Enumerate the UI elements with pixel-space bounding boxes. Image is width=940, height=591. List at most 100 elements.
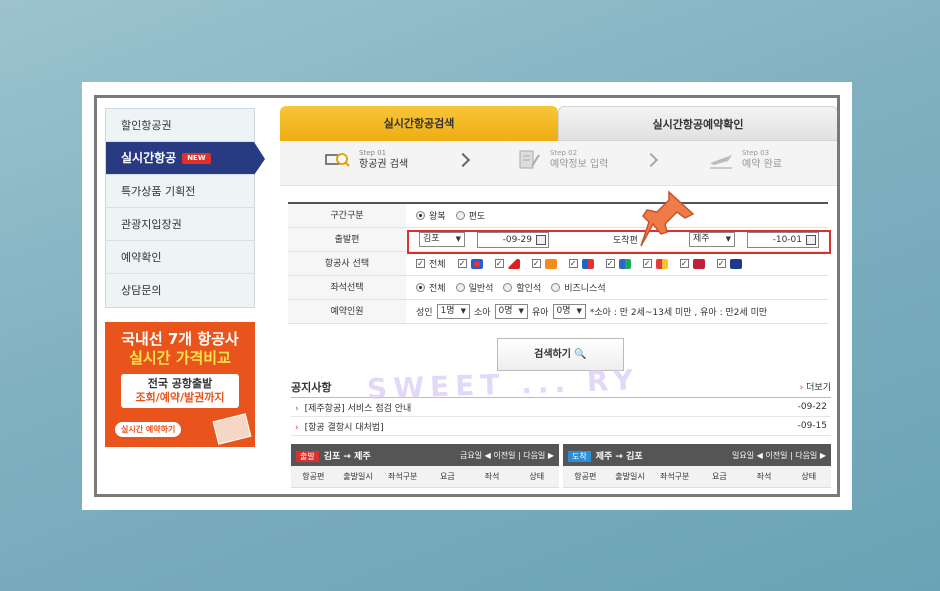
side-menu: 할인항공권 실시간항공 NEW 특가상품 기획전 관광지입장권 예약확인 상담문의: [105, 108, 265, 308]
inbound-tag: 도착: [568, 450, 591, 462]
airline-logo-icon: [729, 258, 742, 269]
step-number: Step 02: [550, 149, 578, 157]
chevron-right-icon: [455, 152, 471, 168]
seat-option-label: 일반석: [468, 284, 494, 294]
jin-air-logo-icon: [581, 258, 594, 269]
pushpin-icon: [640, 190, 695, 247]
step-number: Step 01: [359, 149, 387, 157]
step-1: Step 01 항공권 검색: [325, 149, 408, 171]
seat-economy-radio[interactable]: [455, 283, 465, 292]
tab-reservation-check[interactable]: 실시간항공예약확인: [558, 106, 837, 141]
notice-item[interactable]: › [제주항공] 서비스 점검 안내 -09-22: [291, 398, 831, 417]
seat-option-label: 비즈니스석: [564, 284, 606, 294]
child-select[interactable]: 0명 ▼: [494, 304, 528, 319]
outbound-day-nav[interactable]: 금요일 ◀ 이전일 | 다음일 ▶: [460, 450, 554, 461]
jeju-air-logo-icon: [544, 258, 557, 269]
airline-all-checkbox[interactable]: ✓: [416, 259, 425, 268]
ticket-icon: [212, 413, 252, 445]
child-value: 0명: [498, 306, 513, 316]
tab-realtime-search[interactable]: 실시간항공검색: [280, 106, 558, 141]
column-header: 좌석: [756, 472, 772, 481]
notice-header: 공지사항 › 더보기: [291, 376, 831, 398]
notice-item-text: [제주항공] 서비스 점검 안내: [304, 403, 412, 414]
seat-discount-radio[interactable]: [503, 283, 513, 292]
column-header: 상태: [801, 472, 817, 481]
column-header: 출발일시: [343, 472, 373, 481]
sidebar-item-label: 예약확인: [121, 251, 162, 264]
airline-checkbox[interactable]: ✓: [494, 259, 504, 268]
notice-more-label: 더보기: [806, 383, 831, 393]
passenger-fields: 성인 1명 ▼ 소아 0명 ▼ 유아 0명 ▼ *소아 : 만 2세~13세 미만 ,…: [406, 304, 767, 319]
search-button[interactable]: 검색하기 🔍: [497, 338, 624, 371]
asiana-logo-icon: [507, 258, 520, 269]
inbound-header: 도착 제주 → 김포 일요일 ◀ 이전일 | 다음일 ▶: [563, 444, 831, 466]
chevron-right-icon: [643, 152, 659, 168]
new-badge: NEW: [182, 153, 211, 164]
infant-select[interactable]: 0명 ▼: [552, 304, 586, 319]
trip-type-label: 구간구분: [288, 204, 406, 227]
airline-checkbox[interactable]: ✓: [679, 259, 689, 268]
airline-checkbox[interactable]: ✓: [531, 259, 541, 268]
step-2: Step 02 예약정보 입력: [516, 149, 608, 171]
notice-item[interactable]: › [항공 결항시 대처법] -09-15: [291, 417, 831, 436]
airplane-icon: [710, 155, 732, 169]
sidebar-item-tickets[interactable]: 관광지입장권: [106, 208, 254, 241]
search-form: 구간구분 왕복 편도 출발편 김포 ▼ -09-29 도착편 제주 ▼ -10-…: [288, 202, 831, 324]
seat-label: 좌석선택: [288, 276, 406, 299]
one-way-radio[interactable]: [455, 211, 465, 220]
column-header: 좌석구분: [659, 472, 690, 481]
search-icon: 🔍: [574, 349, 587, 360]
sidebar-item-realtime[interactable]: 실시간항공 NEW: [106, 142, 265, 175]
airline-label: 항공사 선택: [288, 252, 406, 275]
sidebar-item-label: 특가상품 기획전: [121, 185, 196, 198]
passenger-row: 예약인원 성인 1명 ▼ 소아 0명 ▼ 유아 0명 ▼ *소아 : 만 2세~13세…: [288, 300, 828, 324]
one-way-label: 편도: [468, 212, 486, 222]
column-header: 좌석: [484, 472, 500, 481]
notice-more-link[interactable]: › 더보기: [800, 380, 831, 393]
airline-checkbox[interactable]: ✓: [457, 259, 467, 268]
step-indicator: Step 01 항공권 검색 Step 02 예약정보 입력 Step 03 예…: [280, 141, 837, 186]
inbound-columns: 항공편 출발일시 좌석구분 요금 좌석 상태: [563, 466, 831, 488]
dropdown-arrow-icon: ▼: [460, 307, 466, 315]
notice-item-text: [항공 결항시 대처법]: [304, 422, 384, 433]
tab-bar: 실시간항공검색 실시간항공예약확인: [280, 106, 837, 141]
seat-business-radio[interactable]: [551, 283, 561, 292]
trip-type-options: 왕복 편도: [406, 209, 485, 222]
search-icon: [325, 153, 350, 167]
sidebar-item-discount[interactable]: 할인항공권: [106, 109, 254, 142]
round-trip-radio[interactable]: [416, 211, 425, 220]
seat-all-radio[interactable]: [416, 283, 425, 292]
promo-banner[interactable]: 국내선 7개 항공사 실시간 가격비교 전국 공항출발 조회/예약/발권까지 실…: [105, 322, 255, 447]
banner-line1: 국내선 7개 항공사: [121, 330, 239, 348]
airline-checkbox[interactable]: ✓: [605, 259, 615, 268]
depart-label: 출발편: [288, 228, 406, 251]
column-header: 출발일시: [615, 472, 645, 481]
banner-box-line1: 전국 공항출발: [147, 377, 213, 390]
document-edit-icon: [519, 150, 540, 169]
sidebar-item-reservation[interactable]: 예약확인: [106, 241, 254, 274]
air-busan-logo-icon: [692, 258, 705, 269]
highlight-box: [407, 230, 831, 254]
airline-checkbox[interactable]: ✓: [568, 259, 578, 268]
inbound-day-nav[interactable]: 일요일 ◀ 이전일 | 다음일 ▶: [732, 450, 826, 461]
banner-reserve-button[interactable]: 실시간 예약하기: [115, 422, 182, 437]
seat-option-label: 전체: [429, 284, 446, 294]
main-panel: 실시간항공검색 실시간항공예약확인 Step 01 항공권 검색 Step 02…: [280, 106, 837, 186]
eastar-logo-icon: [655, 258, 668, 269]
airline-all-label: 전체: [429, 260, 446, 270]
adult-select[interactable]: 1명 ▼: [436, 304, 470, 319]
column-header: 요금: [711, 472, 727, 481]
sidebar-item-special[interactable]: 특가상품 기획전: [106, 175, 254, 208]
airline-checkbox[interactable]: ✓: [642, 259, 652, 268]
step-label: 예약 완료: [742, 159, 782, 170]
column-header: 항공편: [574, 472, 597, 481]
sidebar-item-inquiry[interactable]: 상담문의: [106, 274, 254, 307]
step-label: 예약정보 입력: [550, 159, 609, 170]
results-section: 출발 김포 → 제주 금요일 ◀ 이전일 | 다음일 ▶ 항공편 출발일시 좌석구…: [291, 444, 831, 488]
chevron-right-icon: ›: [799, 383, 804, 393]
outbound-header: 출발 김포 → 제주 금요일 ◀ 이전일 | 다음일 ▶: [291, 444, 559, 466]
notice-item-date: -09-22: [797, 402, 827, 412]
airline-checkbox[interactable]: ✓: [716, 259, 726, 268]
column-header: 요금: [439, 472, 455, 481]
chevron-right-icon: ›: [295, 403, 299, 414]
